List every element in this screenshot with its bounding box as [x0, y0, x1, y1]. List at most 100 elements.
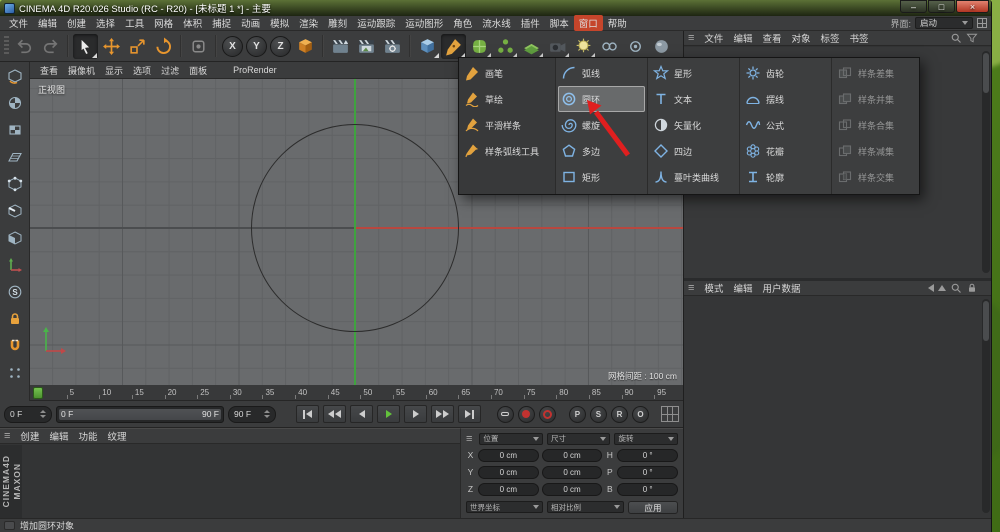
- menu-item[interactable]: 模拟: [265, 15, 294, 31]
- popup-item-smooth-spline[interactable]: 平滑样条: [461, 112, 553, 138]
- popup-item-spline-union[interactable]: 样条并集: [834, 86, 915, 112]
- filter-icon[interactable]: [966, 32, 978, 44]
- menu-item[interactable]: 角色: [448, 15, 477, 31]
- prev-key-button[interactable]: [323, 405, 346, 423]
- keyframe-selection-button[interactable]: [539, 406, 556, 423]
- object-manager-menu-item[interactable]: 书签: [845, 30, 874, 46]
- menu-item[interactable]: 流水线: [477, 15, 516, 31]
- history-back-icon[interactable]: [928, 284, 934, 292]
- edges-mode-button[interactable]: [3, 200, 27, 222]
- panel-menu-icon[interactable]: ≡: [688, 32, 694, 44]
- viewport-solo-button[interactable]: S: [3, 281, 27, 303]
- menu-item[interactable]: 动画: [236, 15, 265, 31]
- grid-snap-button[interactable]: [3, 362, 27, 384]
- light-button[interactable]: [571, 34, 596, 59]
- object-manager-menu-item[interactable]: 标签: [815, 30, 844, 46]
- apply-button[interactable]: 应用: [628, 501, 678, 514]
- scale-mode-dropdown[interactable]: 相对比例: [547, 501, 624, 513]
- menu-item[interactable]: 选择: [91, 15, 120, 31]
- panel-menu-icon[interactable]: ≡: [688, 282, 694, 294]
- viewport-menu-item[interactable]: 摄像机: [63, 63, 100, 78]
- enable-axis-button[interactable]: [3, 254, 27, 276]
- viewport-menu-item[interactable]: 过滤: [156, 63, 184, 78]
- undo-button[interactable]: [12, 34, 37, 59]
- sky-object-button[interactable]: [649, 34, 674, 59]
- popup-item-spline-subtract[interactable]: 样条减集: [834, 138, 915, 164]
- popup-item-spline-difference[interactable]: 样条差集: [834, 60, 915, 86]
- b-rotation-field[interactable]: 0 °: [617, 483, 678, 496]
- next-frame-button[interactable]: [404, 405, 427, 423]
- search-icon[interactable]: [950, 32, 962, 44]
- recent-tool-button[interactable]: [186, 34, 211, 59]
- camera-button[interactable]: [545, 34, 570, 59]
- object-manager-menu-item[interactable]: 对象: [786, 30, 815, 46]
- z-size-field[interactable]: 0 cm: [542, 483, 603, 496]
- target-object-button[interactable]: [623, 34, 648, 59]
- viewport-menu-item[interactable]: 面板: [184, 63, 212, 78]
- material-menu-item[interactable]: 编辑: [44, 428, 73, 444]
- render-view-button[interactable]: [328, 34, 353, 59]
- interface-dropdown[interactable]: 启动: [915, 17, 973, 29]
- scale-tool-button[interactable]: [125, 34, 150, 59]
- material-menu-item[interactable]: 功能: [73, 428, 102, 444]
- title-bar[interactable]: CINEMA 4D R20.026 Studio (RC - R20) - [未…: [0, 0, 991, 16]
- circle-spline-object[interactable]: [251, 124, 459, 332]
- parent-up-icon[interactable]: [938, 285, 946, 291]
- popup-item-pen[interactable]: 画笔: [461, 60, 553, 86]
- menu-item[interactable]: 运动跟踪: [352, 15, 400, 31]
- array-generator-button[interactable]: [493, 34, 518, 59]
- move-tool-button[interactable]: [99, 34, 124, 59]
- floor-environment-button[interactable]: [519, 34, 544, 59]
- hud-grid-icon[interactable]: [661, 406, 679, 422]
- goto-end-button[interactable]: [458, 405, 481, 423]
- attribute-manager-menu-item[interactable]: 模式: [699, 280, 728, 296]
- popup-item-spline-intersect[interactable]: 样条交集: [834, 164, 915, 190]
- menu-item[interactable]: 雕刻: [323, 15, 352, 31]
- lock-icon[interactable]: [966, 282, 978, 294]
- popup-item-arc[interactable]: 弧线: [558, 60, 645, 86]
- search-icon[interactable]: [950, 282, 962, 294]
- menu-item[interactable]: 体积: [178, 15, 207, 31]
- panel-menu-icon[interactable]: ≡: [4, 430, 10, 442]
- menu-item[interactable]: 帮助: [603, 15, 632, 31]
- enable-snap-button[interactable]: [3, 335, 27, 357]
- popup-item-profile[interactable]: 轮廓: [742, 164, 829, 190]
- close-button[interactable]: ×: [956, 0, 989, 13]
- next-key-button[interactable]: [431, 405, 454, 423]
- popup-item-helix[interactable]: 螺旋: [558, 112, 645, 138]
- x-size-field[interactable]: 0 cm: [542, 449, 603, 462]
- record-keyframe-button[interactable]: [497, 406, 514, 423]
- minimize-button[interactable]: –: [900, 0, 927, 13]
- popup-item-ngon[interactable]: 多边: [558, 138, 645, 164]
- record-rotation-button[interactable]: R: [611, 406, 628, 423]
- live-selection-button[interactable]: [73, 34, 98, 59]
- popup-item-formula[interactable]: 公式: [742, 112, 829, 138]
- timeline-playhead[interactable]: [33, 387, 43, 399]
- position-header-dropdown[interactable]: 位置: [479, 433, 543, 445]
- viewport-menu-item[interactable]: 显示: [100, 63, 128, 78]
- y-size-field[interactable]: 0 cm: [542, 466, 603, 479]
- subdivision-surface-button[interactable]: [467, 34, 492, 59]
- attribute-scrollbar[interactable]: [982, 299, 990, 513]
- viewport-menu-item[interactable]: 选项: [128, 63, 156, 78]
- record-parameter-button[interactable]: O: [632, 406, 649, 423]
- model-mode-button[interactable]: [3, 92, 27, 114]
- menu-item[interactable]: 运动图形: [400, 15, 448, 31]
- y-lock-button[interactable]: Y: [246, 36, 267, 57]
- menu-item[interactable]: 插件: [516, 15, 545, 31]
- range-bar[interactable]: [59, 409, 221, 420]
- panel-menu-icon[interactable]: ≡: [466, 433, 472, 445]
- viewport-menu-item[interactable]: 查看: [35, 63, 63, 78]
- texture-mode-button[interactable]: [3, 119, 27, 141]
- popup-item-spline-and[interactable]: 样条合集: [834, 112, 915, 138]
- attribute-manager-menu-item[interactable]: 用户数据: [757, 280, 805, 296]
- current-frame-field[interactable]: 0 F: [4, 406, 52, 423]
- menu-item[interactable]: 网格: [149, 15, 178, 31]
- object-list-scrollbar[interactable]: [982, 51, 990, 273]
- menu-item[interactable]: 创建: [62, 15, 91, 31]
- redo-button[interactable]: [38, 34, 63, 59]
- spinner-arrows-icon[interactable]: [40, 410, 46, 418]
- render-settings-button[interactable]: [380, 34, 405, 59]
- rotate-tool-button[interactable]: [151, 34, 176, 59]
- coordinate-system-dropdown[interactable]: 世界坐标: [466, 501, 543, 513]
